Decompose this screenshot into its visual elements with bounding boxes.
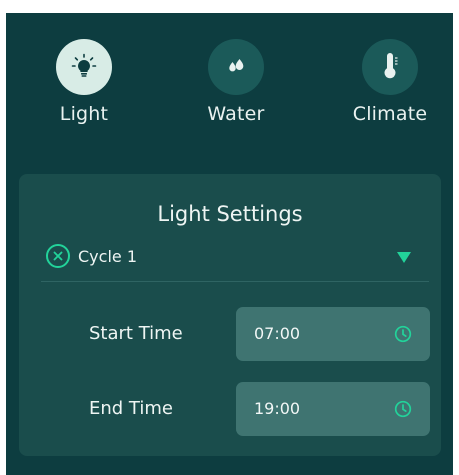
- tab-light-label: Light: [59, 103, 109, 125]
- end-time-row: End Time 19:00: [19, 382, 441, 436]
- tab-climate-circle: [362, 39, 418, 95]
- start-time-row: Start Time 07:00: [19, 307, 441, 361]
- divider: [41, 281, 429, 282]
- category-tabs: Light Water Climate: [6, 13, 453, 153]
- cycle-label: Cycle 1: [78, 246, 137, 266]
- clock-icon[interactable]: [394, 400, 412, 418]
- tab-water-circle: [208, 39, 264, 95]
- light-settings-card: Light Settings Cycle 1 Start Time 07:00: [19, 174, 441, 456]
- caret-down-icon[interactable]: [397, 252, 411, 263]
- end-time-value: 19:00: [254, 399, 301, 418]
- water-drops-icon: [229, 59, 244, 72]
- clock-icon[interactable]: [394, 325, 412, 343]
- close-circle-icon[interactable]: [46, 244, 70, 268]
- end-time-input[interactable]: 19:00: [236, 382, 430, 436]
- tab-climate-label: Climate: [352, 103, 428, 125]
- start-time-label: Start Time: [89, 323, 183, 344]
- cycle-selector[interactable]: Cycle 1: [46, 244, 137, 268]
- tab-light-circle: [56, 39, 112, 95]
- start-time-input[interactable]: 07:00: [236, 307, 430, 361]
- card-title: Light Settings: [157, 202, 303, 226]
- lightbulb-icon: [71, 53, 97, 77]
- tab-climate[interactable]: Climate: [340, 39, 440, 125]
- end-time-label: End Time: [89, 398, 173, 419]
- tab-water[interactable]: Water: [186, 39, 286, 125]
- tab-light[interactable]: Light: [34, 39, 134, 125]
- tab-water-label: Water: [207, 103, 265, 125]
- thermometer-icon: [384, 53, 398, 79]
- start-time-value: 07:00: [254, 324, 301, 343]
- app-panel: Light Water Climate Light Settings Cycle…: [6, 13, 453, 475]
